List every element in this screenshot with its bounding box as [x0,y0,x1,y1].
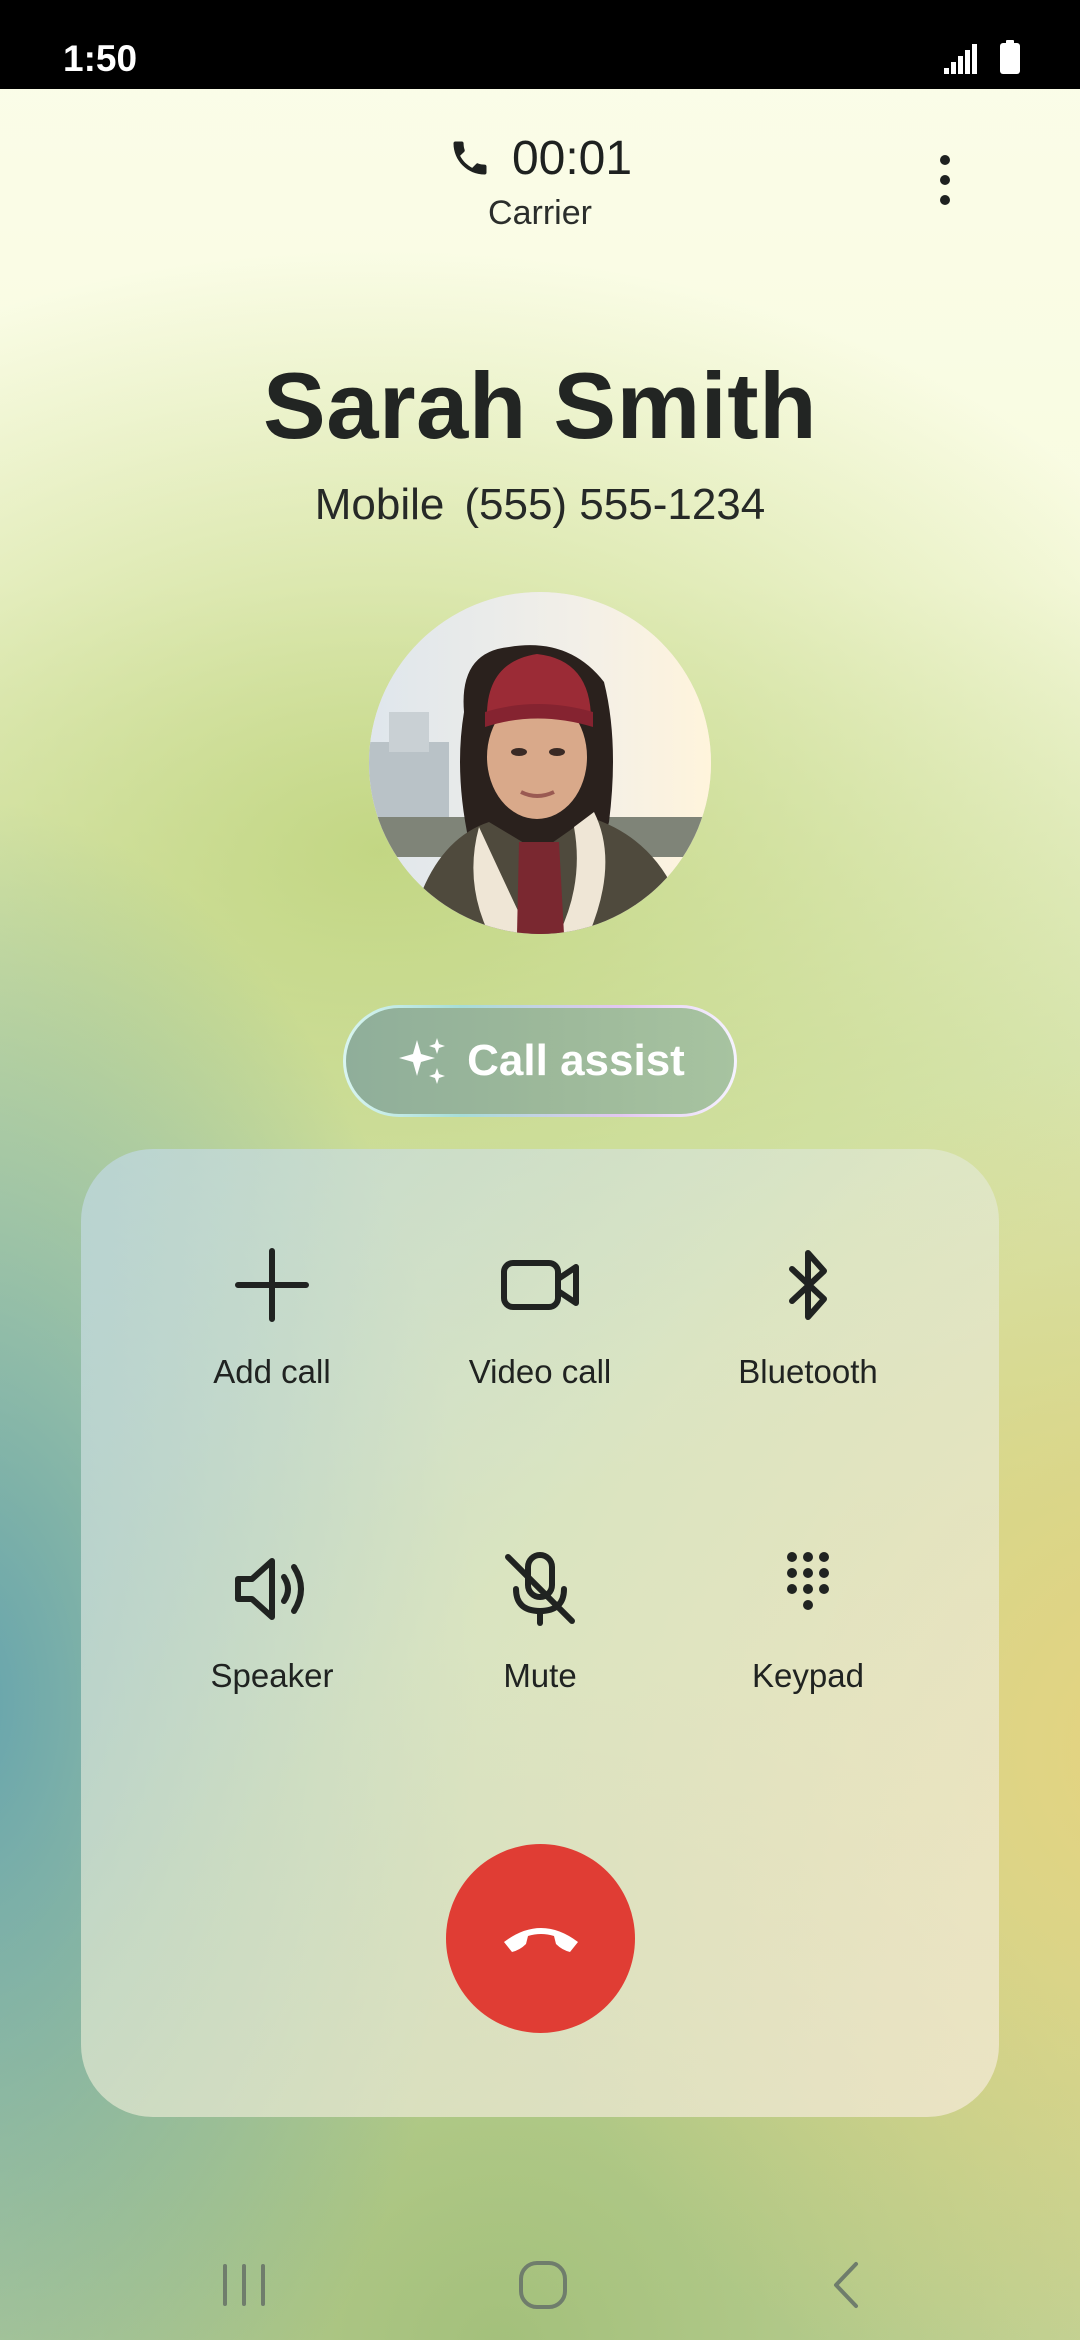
hang-up-icon [504,1928,578,1952]
mute-label: Mute [503,1657,577,1694]
call-assist-inner: Call assist [346,1008,734,1114]
end-call-button[interactable] [446,1844,635,2033]
mic-off-icon [505,1552,575,1626]
carrier-label: Carrier [488,194,592,232]
status-bar: 1:50 [0,0,1080,89]
call-assist-button[interactable]: Call assist [343,1005,737,1117]
contact-avatar [369,592,711,934]
battery-icon [1000,40,1020,74]
call-timer: 00:01 [511,131,633,185]
bluetooth-button[interactable]: Bluetooth [673,1245,943,1445]
video-call-button[interactable]: Video call [405,1245,675,1445]
number-type-label: Mobile [314,480,445,529]
add-call-label: Add call [213,1353,331,1390]
home-icon[interactable] [516,2258,570,2312]
contact-number-row: Mobile (555) 555-1234 [0,480,1080,530]
sparkle-icon [399,1038,446,1084]
more-options-icon[interactable] [925,150,965,210]
add-call-button[interactable]: Add call [137,1245,407,1445]
video-camera-icon [501,1260,579,1310]
call-header: 00:01 Carrier [0,128,1080,233]
signal-icon [944,44,977,74]
speaker-button[interactable]: Speaker [137,1549,407,1749]
plus-icon [235,1248,309,1322]
phone-icon [453,141,487,175]
recent-apps-icon[interactable] [219,2258,269,2312]
bluetooth-icon [789,1250,827,1320]
contact-name: Sarah Smith [263,353,817,458]
keypad-label: Keypad [752,1657,864,1694]
speaker-label: Speaker [210,1657,334,1694]
call-assist-label: Call assist [467,1036,685,1085]
video-call-label: Video call [468,1353,612,1390]
keypad-icon [787,1552,829,1610]
navigation-bar [0,2240,1080,2340]
bluetooth-label: Bluetooth [738,1353,878,1390]
speaker-icon [235,1558,304,1620]
back-icon[interactable] [826,2258,866,2312]
status-time: 1:50 [63,38,138,79]
phone-number: (555) 555-1234 [464,480,766,529]
mute-button[interactable]: Mute [405,1549,675,1749]
keypad-button[interactable]: Keypad [673,1549,943,1749]
